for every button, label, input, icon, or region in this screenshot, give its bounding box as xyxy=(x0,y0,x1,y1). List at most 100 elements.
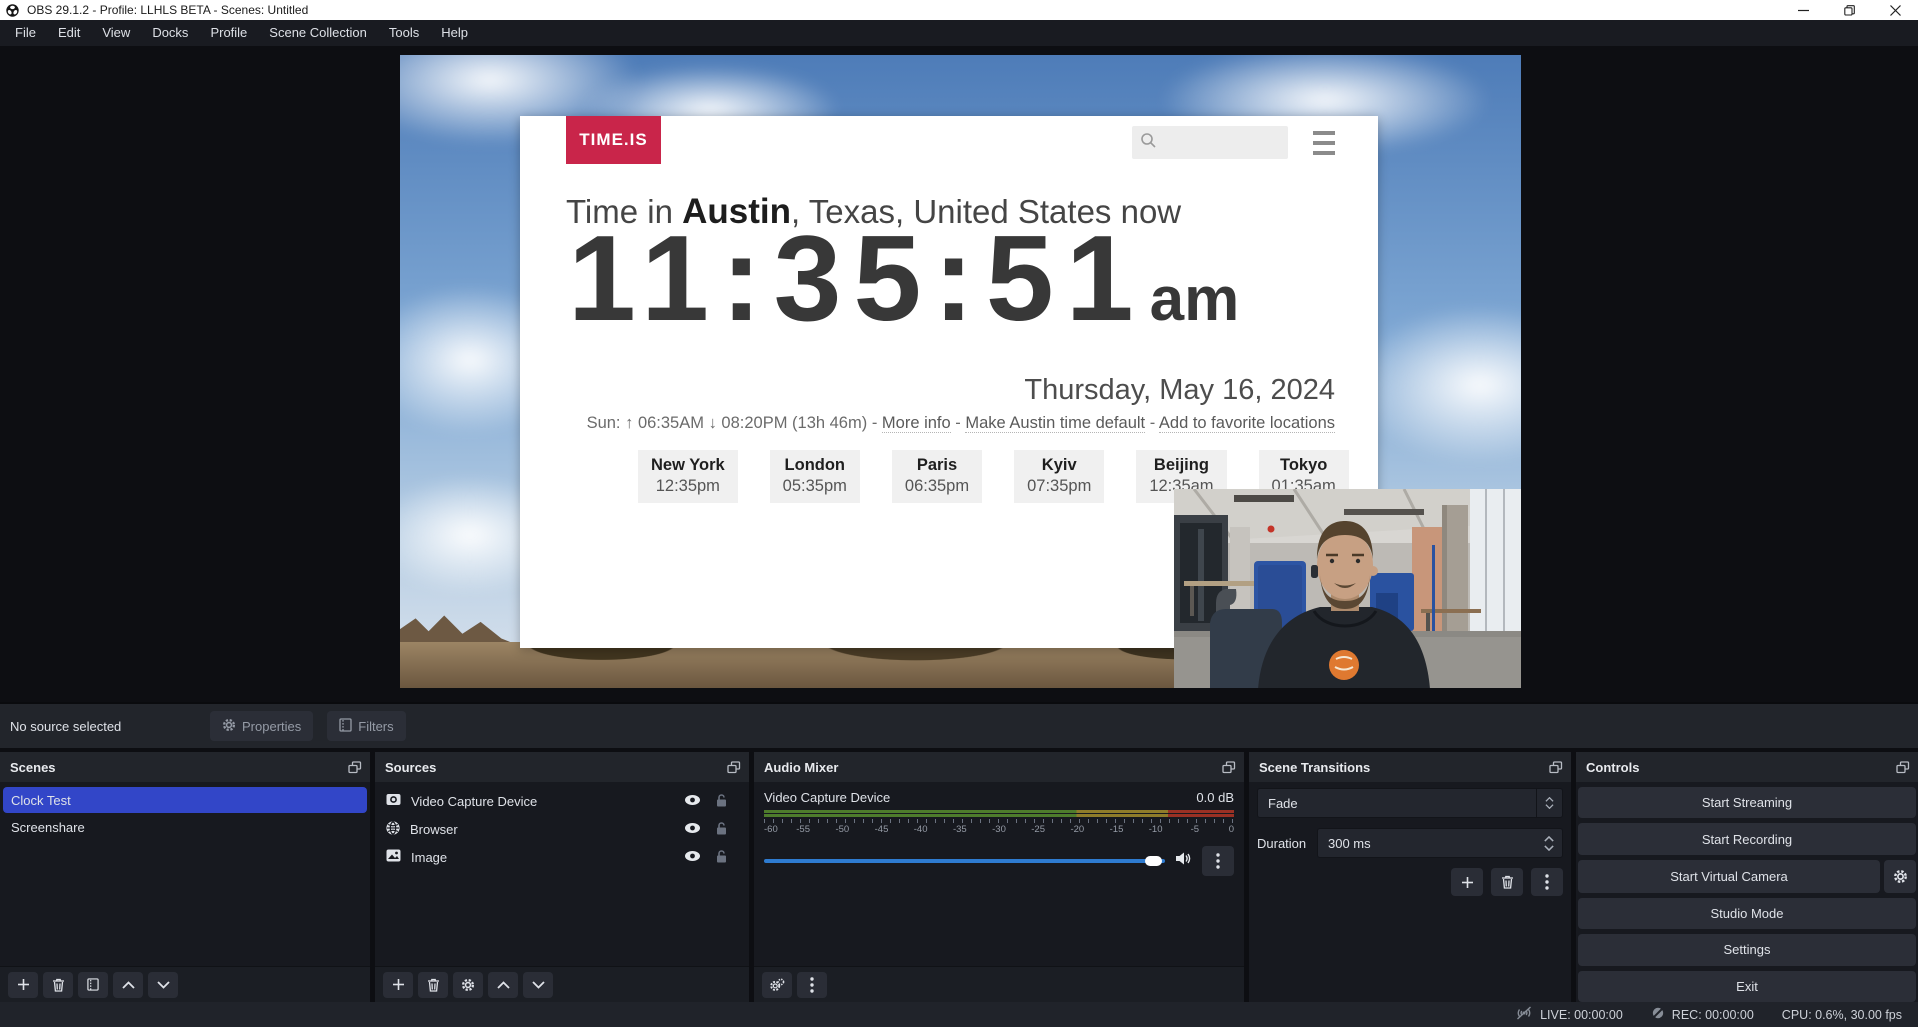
audio-db-value: 0.0 dB xyxy=(1196,790,1234,805)
scene-transitions-dock: Scene Transitions Fade Duration xyxy=(1249,752,1571,1002)
timeis-clock: 11:35:51 am xyxy=(568,208,1338,348)
start-recording-button[interactable]: Start Recording xyxy=(1578,823,1916,854)
scene-down-button[interactable] xyxy=(148,972,178,998)
timeis-search-box[interactable] xyxy=(1132,126,1288,159)
scenes-list: Clock Test Screenshare xyxy=(0,782,370,966)
sources-toolbar xyxy=(375,966,749,1002)
duration-spinner[interactable]: 300 ms xyxy=(1317,828,1563,858)
exit-button[interactable]: Exit xyxy=(1578,971,1916,1002)
properties-button[interactable]: Properties xyxy=(210,711,313,741)
popout-icon[interactable] xyxy=(727,761,741,774)
add-scene-button[interactable] xyxy=(8,972,38,998)
settings-button[interactable]: Settings xyxy=(1578,934,1916,965)
close-button[interactable] xyxy=(1872,0,1918,20)
add-favorite-link[interactable]: Add to favorite locations xyxy=(1159,414,1335,433)
virtual-camera-settings-button[interactable] xyxy=(1884,860,1916,893)
mixer-options-button[interactable] xyxy=(1202,846,1234,876)
record-icon xyxy=(1651,1006,1665,1023)
popout-icon[interactable] xyxy=(348,761,362,774)
minimize-button[interactable] xyxy=(1780,0,1826,20)
make-default-link[interactable]: Make Austin time default xyxy=(965,414,1145,433)
menu-bar: File Edit View Docks Profile Scene Colle… xyxy=(0,20,1918,46)
scene-up-button[interactable] xyxy=(113,972,143,998)
advanced-audio-button[interactable] xyxy=(762,972,792,998)
filters-icon xyxy=(339,718,352,735)
add-source-button[interactable] xyxy=(383,972,413,998)
visibility-eye-icon[interactable] xyxy=(684,794,701,809)
image-icon xyxy=(386,849,401,865)
title-bar: OBS 29.1.2 - Profile: LLHLS BETA - Scene… xyxy=(0,0,1918,20)
lock-icon[interactable] xyxy=(715,849,728,866)
filters-button[interactable]: Filters xyxy=(327,711,405,741)
status-bar: LIVE: 00:00:00 REC: 00:00:00 CPU: 0.6%, … xyxy=(0,1002,1918,1027)
program-preview[interactable]: TIME.IS Time in Austin, Texas, United St… xyxy=(400,55,1521,688)
studio-mode-button[interactable]: Studio Mode xyxy=(1578,898,1916,929)
visibility-eye-icon[interactable] xyxy=(684,822,701,837)
source-toolbar: No source selected Properties Filters xyxy=(0,702,1918,748)
lock-icon[interactable] xyxy=(715,821,728,838)
city-kyiv[interactable]: Kyiv07:35pm xyxy=(1014,450,1104,503)
city-new-york[interactable]: New York12:35pm xyxy=(638,450,738,503)
visibility-eye-icon[interactable] xyxy=(684,850,701,865)
menu-docks[interactable]: Docks xyxy=(141,20,199,46)
remove-transition-button[interactable] xyxy=(1491,868,1523,896)
restore-button[interactable] xyxy=(1826,0,1872,20)
volume-slider[interactable] xyxy=(764,859,1165,863)
start-streaming-button[interactable]: Start Streaming xyxy=(1578,787,1916,818)
controls-body: Start Streaming Start Recording Start Vi… xyxy=(1576,782,1918,1002)
remove-source-button[interactable] xyxy=(418,972,448,998)
more-info-link[interactable]: More info xyxy=(882,414,951,433)
scenes-toolbar xyxy=(0,966,370,1002)
controls-header: Controls xyxy=(1576,752,1918,782)
city-london[interactable]: London05:35pm xyxy=(770,450,860,503)
source-properties-button[interactable] xyxy=(453,972,483,998)
webcam-video[interactable] xyxy=(1174,489,1521,688)
scenes-dock: Scenes Clock Test Screenshare xyxy=(0,752,370,1002)
spin-up-icon xyxy=(1544,836,1554,842)
scene-filters-button[interactable] xyxy=(78,972,108,998)
start-virtual-camera-button[interactable]: Start Virtual Camera xyxy=(1578,860,1880,893)
source-down-button[interactable] xyxy=(523,972,553,998)
globe-icon xyxy=(386,821,400,838)
spin-down-icon xyxy=(1544,845,1554,851)
hamburger-menu-icon[interactable] xyxy=(1313,131,1335,155)
window-title: OBS 29.1.2 - Profile: LLHLS BETA - Scene… xyxy=(27,3,308,17)
search-input[interactable] xyxy=(1157,135,1272,151)
source-item-video-capture[interactable]: Video Capture Device xyxy=(378,788,746,814)
live-status: LIVE: 00:00:00 xyxy=(1515,1006,1623,1023)
menu-help[interactable]: Help xyxy=(430,20,479,46)
meter-ticks xyxy=(764,819,1234,823)
volume-meter xyxy=(764,814,1234,817)
duration-label: Duration xyxy=(1257,836,1309,851)
scene-item-screenshare[interactable]: Screenshare xyxy=(3,814,367,840)
source-status-text: No source selected xyxy=(10,719,210,734)
add-transition-button[interactable] xyxy=(1451,868,1483,896)
volume-meter xyxy=(764,810,1234,813)
volume-slider-handle[interactable] xyxy=(1145,856,1162,866)
lock-icon[interactable] xyxy=(715,793,728,810)
source-up-button[interactable] xyxy=(488,972,518,998)
menu-profile[interactable]: Profile xyxy=(199,20,258,46)
menu-tools[interactable]: Tools xyxy=(378,20,430,46)
city-paris[interactable]: Paris06:35pm xyxy=(892,450,982,503)
popout-icon[interactable] xyxy=(1222,761,1236,774)
dock-area: Scenes Clock Test Screenshare xyxy=(0,752,1918,1002)
mixer-menu-button[interactable] xyxy=(797,972,827,998)
sources-list: Video Capture Device Browser xyxy=(375,782,749,966)
scene-item-clock-test[interactable]: Clock Test xyxy=(3,787,367,813)
cpu-status: CPU: 0.6%, 30.00 fps xyxy=(1782,1008,1902,1022)
timeis-logo[interactable]: TIME.IS xyxy=(566,116,661,164)
source-item-browser[interactable]: Browser xyxy=(378,816,746,842)
menu-edit[interactable]: Edit xyxy=(47,20,91,46)
menu-view[interactable]: View xyxy=(91,20,141,46)
popout-icon[interactable] xyxy=(1549,761,1563,774)
transition-select[interactable]: Fade xyxy=(1257,788,1563,818)
popout-icon[interactable] xyxy=(1896,761,1910,774)
remove-scene-button[interactable] xyxy=(43,972,73,998)
transition-menu-button[interactable] xyxy=(1531,868,1563,896)
menu-file[interactable]: File xyxy=(4,20,47,46)
source-item-image[interactable]: Image xyxy=(378,844,746,870)
clock-digits: 11:35:51 xyxy=(568,208,1146,348)
menu-scene-collection[interactable]: Scene Collection xyxy=(258,20,378,46)
speaker-icon[interactable] xyxy=(1175,851,1192,871)
